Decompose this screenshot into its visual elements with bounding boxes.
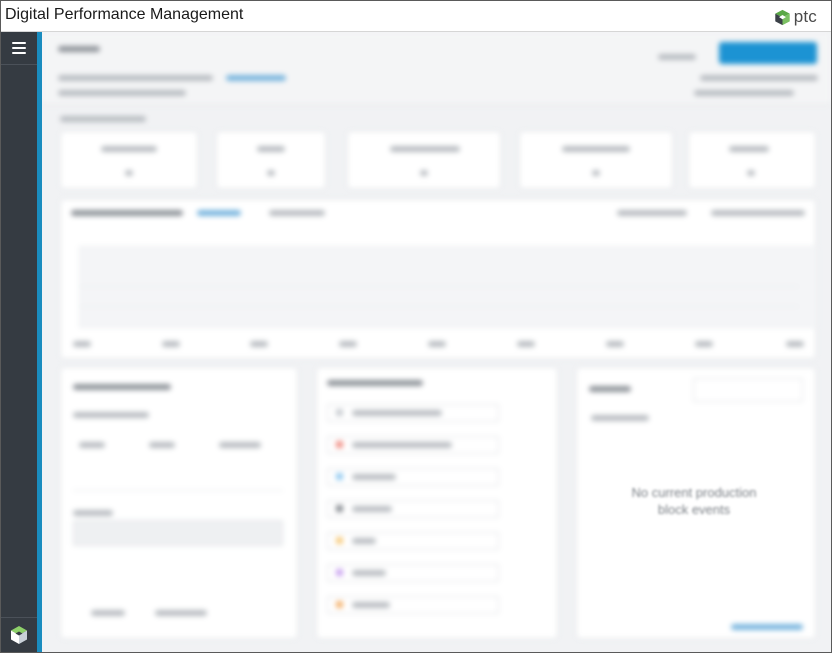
app-launcher-button[interactable]	[1, 617, 37, 652]
kpi-card	[60, 131, 198, 189]
category-chip[interactable]	[327, 500, 499, 518]
production-chart-card	[60, 199, 817, 359]
brand-name: ptc	[793, 7, 817, 26]
ptc-logo-icon	[774, 9, 790, 25]
quantity-input[interactable]	[73, 520, 283, 546]
kpi-card	[347, 131, 501, 189]
production-entry-card	[60, 367, 298, 639]
chart-plot-area	[79, 246, 817, 328]
category-chip[interactable]	[327, 404, 499, 422]
primary-action-button[interactable]	[719, 42, 817, 64]
category-chip[interactable]	[327, 436, 499, 454]
kpi-card	[519, 131, 673, 189]
app-title: Digital Performance Management	[5, 6, 244, 23]
empty-state-line-2: block events	[657, 502, 731, 517]
kpi-card	[216, 131, 326, 189]
category-chip[interactable]	[327, 468, 499, 486]
brand: ptc	[774, 7, 817, 27]
loss-event-card	[316, 367, 558, 639]
category-chip[interactable]	[327, 596, 499, 614]
empty-state-message: No current production block events	[576, 484, 812, 518]
menu-button[interactable]	[1, 32, 37, 65]
main-content: No current production block events	[42, 32, 831, 652]
empty-state-line-1: No current production	[631, 485, 757, 500]
kpi-card	[688, 131, 816, 189]
category-chip[interactable]	[327, 532, 499, 550]
blurred-dashboard	[42, 32, 831, 652]
category-chip[interactable]	[327, 564, 499, 582]
app-cube-icon	[11, 626, 27, 644]
page-header	[42, 32, 831, 105]
app-window: Digital Performance Management ptc No cu…	[0, 0, 832, 653]
event-filter-dropdown[interactable]	[693, 378, 803, 402]
hamburger-menu-icon	[12, 42, 26, 54]
top-bar: Digital Performance Management ptc	[1, 1, 831, 32]
sidebar	[1, 32, 37, 652]
